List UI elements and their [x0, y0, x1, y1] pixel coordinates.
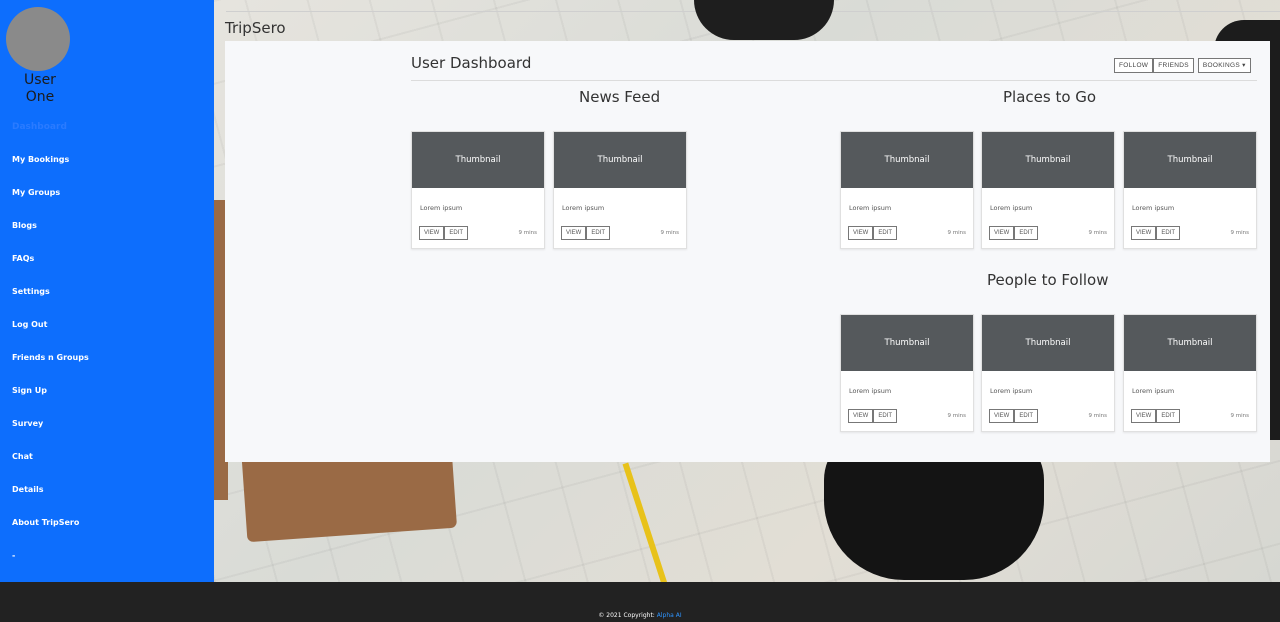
view-button[interactable]: VIEW — [848, 409, 874, 423]
card-text: Lorem ipsum — [1132, 387, 1175, 395]
view-button[interactable]: VIEW — [1131, 226, 1157, 240]
brand-title[interactable]: TripSero — [225, 19, 286, 37]
card-time: 9 mins — [947, 230, 967, 236]
view-button[interactable]: VIEW — [561, 226, 587, 240]
edit-button[interactable]: EDIT — [444, 226, 469, 240]
sidebar-item-friends-n-groups[interactable]: Friends n Groups — [12, 348, 89, 381]
card-time: 9 mins — [1088, 230, 1108, 236]
sidebar-item-chat[interactable]: Chat — [12, 447, 89, 480]
sidebar-nav: My Bookings My Groups Blogs FAQs Setting… — [12, 150, 89, 579]
user-name-first: User — [24, 72, 56, 88]
card-thumbnail[interactable]: Thumbnail — [1124, 132, 1256, 188]
card-thumbnail[interactable]: Thumbnail — [982, 132, 1114, 188]
card-actions: VIEW EDIT — [1131, 409, 1181, 423]
footer: © 2021 Copyright: Alpha AI — [0, 582, 1280, 622]
page-title: User Dashboard — [411, 54, 532, 72]
card-time: 9 mins — [660, 230, 680, 236]
section-title-news-feed: News Feed — [579, 88, 661, 106]
sidebar-item-sign-up[interactable]: Sign Up — [12, 381, 89, 414]
dashboard-actions: FOLLOW FRIENDS BOOKINGS ▾ — [1114, 58, 1251, 73]
edit-button[interactable]: EDIT — [873, 226, 898, 240]
card-thumbnail[interactable]: Thumbnail — [841, 315, 973, 371]
sidebar-item-about[interactable]: About TripSero — [12, 513, 89, 546]
card-thumbnail[interactable]: Thumbnail — [1124, 315, 1256, 371]
card-actions: VIEW EDIT — [989, 409, 1039, 423]
sidebar-item-more[interactable]: - — [12, 546, 89, 579]
card-actions: VIEW EDIT — [848, 226, 898, 240]
card-thumbnail[interactable]: Thumbnail — [554, 132, 686, 188]
sidebar: User One Dashboard My Bookings My Groups… — [0, 0, 214, 582]
view-button[interactable]: VIEW — [1131, 409, 1157, 423]
view-button[interactable]: VIEW — [848, 226, 874, 240]
card-thumbnail[interactable]: Thumbnail — [841, 132, 973, 188]
user-name-last: One — [25, 89, 55, 105]
sidebar-item-settings[interactable]: Settings — [12, 282, 89, 315]
card-thumbnail[interactable]: Thumbnail — [412, 132, 544, 188]
card-thumbnail[interactable]: Thumbnail — [982, 315, 1114, 371]
card-time: 9 mins — [947, 413, 967, 419]
edit-button[interactable]: EDIT — [586, 226, 611, 240]
card-text: Lorem ipsum — [990, 204, 1033, 212]
sidebar-section-label[interactable]: Dashboard — [12, 122, 67, 132]
sidebar-item-log-out[interactable]: Log Out — [12, 315, 89, 348]
edit-button[interactable]: EDIT — [1156, 226, 1181, 240]
avatar[interactable] — [6, 7, 70, 71]
card-time: 9 mins — [518, 230, 538, 236]
card-time: 9 mins — [1230, 230, 1250, 236]
follow-button[interactable]: FOLLOW — [1114, 58, 1154, 73]
edit-button[interactable]: EDIT — [1014, 409, 1039, 423]
pencil-object — [622, 462, 672, 582]
card-text: Lorem ipsum — [849, 204, 892, 212]
card-actions: VIEW EDIT — [989, 226, 1039, 240]
title-divider — [411, 80, 1257, 81]
view-button[interactable]: VIEW — [419, 226, 445, 240]
sidebar-item-my-bookings[interactable]: My Bookings — [12, 150, 89, 183]
place-card: Thumbnail Lorem ipsum VIEW EDIT 9 mins — [840, 131, 974, 249]
person-card: Thumbnail Lorem ipsum VIEW EDIT 9 mins — [840, 314, 974, 432]
user-name: User One — [10, 72, 70, 106]
sidebar-item-faqs[interactable]: FAQs — [12, 249, 89, 282]
section-title-people: People to Follow — [987, 271, 1109, 289]
edit-button[interactable]: EDIT — [1156, 409, 1181, 423]
person-card: Thumbnail Lorem ipsum VIEW EDIT 9 mins — [1123, 314, 1257, 432]
footer-link[interactable]: Alpha AI — [657, 612, 682, 619]
place-card: Thumbnail Lorem ipsum VIEW EDIT 9 mins — [981, 131, 1115, 249]
view-button[interactable]: VIEW — [989, 226, 1015, 240]
card-time: 9 mins — [1088, 413, 1108, 419]
card-actions: VIEW EDIT — [848, 409, 898, 423]
card-actions: VIEW EDIT — [1131, 226, 1181, 240]
binoculars-shape — [694, 0, 834, 40]
edit-button[interactable]: EDIT — [873, 409, 898, 423]
card-text: Lorem ipsum — [420, 204, 463, 212]
friends-button[interactable]: FRIENDS — [1153, 58, 1194, 73]
news-card: Thumbnail Lorem ipsum VIEW EDIT 9 mins — [411, 131, 545, 249]
sidebar-item-details[interactable]: Details — [12, 480, 89, 513]
person-card: Thumbnail Lorem ipsum VIEW EDIT 9 mins — [981, 314, 1115, 432]
card-text: Lorem ipsum — [990, 387, 1033, 395]
sidebar-item-survey[interactable]: Survey — [12, 414, 89, 447]
card-text: Lorem ipsum — [849, 387, 892, 395]
section-title-places: Places to Go — [1003, 88, 1097, 106]
bookings-dropdown[interactable]: BOOKINGS ▾ — [1197, 58, 1251, 73]
card-actions: VIEW EDIT — [419, 226, 469, 240]
card-text: Lorem ipsum — [1132, 204, 1175, 212]
dashboard-panel: User Dashboard FOLLOW FRIENDS BOOKINGS ▾… — [225, 41, 1270, 462]
news-card: Thumbnail Lorem ipsum VIEW EDIT 9 mins — [553, 131, 687, 249]
footer-copyright: © 2021 Copyright: — [598, 612, 655, 619]
sidebar-item-my-groups[interactable]: My Groups — [12, 183, 89, 216]
view-button[interactable]: VIEW — [989, 409, 1015, 423]
sidebar-item-blogs[interactable]: Blogs — [12, 216, 89, 249]
place-card: Thumbnail Lorem ipsum VIEW EDIT 9 mins — [1123, 131, 1257, 249]
card-text: Lorem ipsum — [562, 204, 605, 212]
card-time: 9 mins — [1230, 413, 1250, 419]
card-actions: VIEW EDIT — [561, 226, 611, 240]
edit-button[interactable]: EDIT — [1014, 226, 1039, 240]
